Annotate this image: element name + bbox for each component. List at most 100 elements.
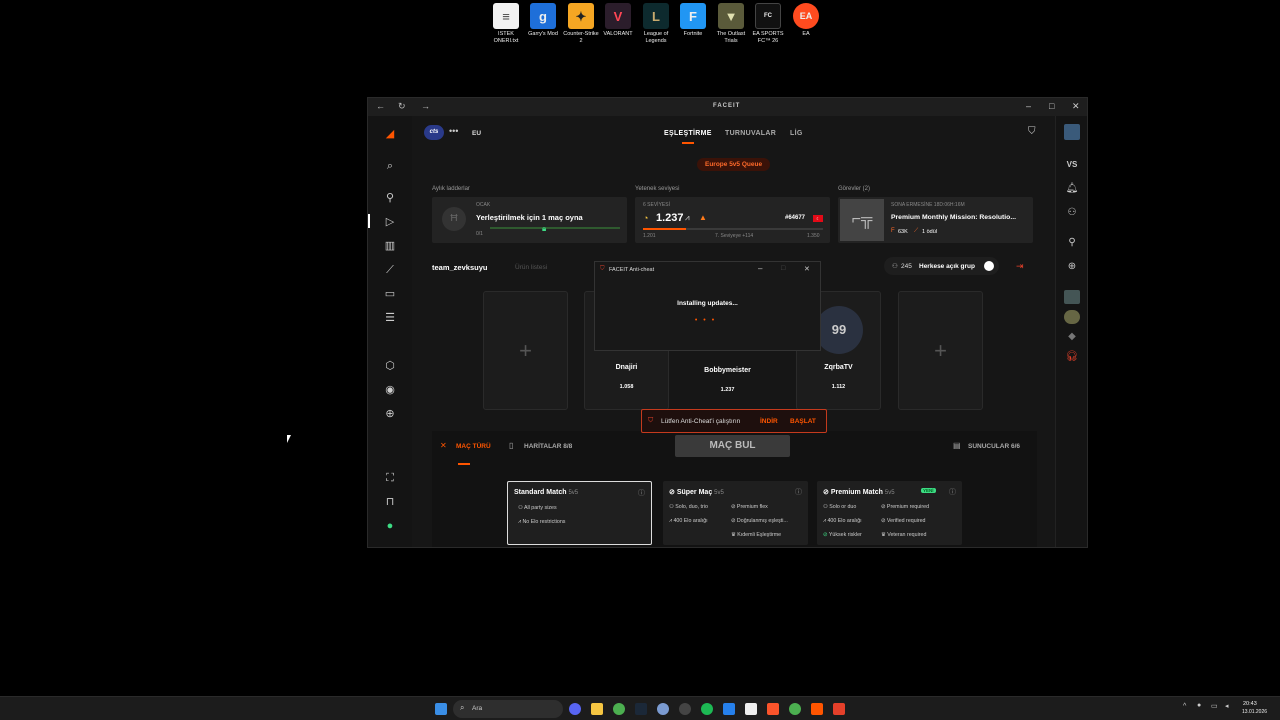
leaderboard-icon[interactable]: ▥ bbox=[382, 238, 398, 254]
desktop-icon-valorant[interactable]: V VALORANT bbox=[599, 3, 637, 38]
player-elo: 1.112 bbox=[831, 384, 846, 390]
desktop-icon-cs2[interactable]: ✦ Counter-Strike 2 bbox=[562, 3, 600, 45]
ladders-card[interactable]: Ħ OCAK Yerleştirilmek için 1 maç oyna 🔒︎… bbox=[432, 197, 627, 243]
group-toggle[interactable] bbox=[984, 261, 994, 271]
mode-feature: ⩘ No Elo restrictions bbox=[518, 519, 566, 525]
flame-icon: ▲ bbox=[699, 213, 707, 222]
mode-feature: ♛ Veteran required bbox=[881, 532, 927, 538]
friend-avatar[interactable]: ◆ bbox=[1064, 330, 1080, 344]
desktop-icon-lol[interactable]: L League of Legends bbox=[637, 3, 675, 45]
start-link[interactable]: BAŞLAT bbox=[790, 418, 816, 425]
skill-min: 1.201 bbox=[643, 233, 656, 239]
volume-icon[interactable]: ◂ bbox=[1225, 702, 1229, 710]
desktop-icon-istek[interactable]: ≡ ISTEK ONERI.txt bbox=[487, 3, 525, 45]
match-type-tab[interactable]: MAÇ TÜRÜ bbox=[456, 443, 491, 450]
list-icon[interactable]: ☰ bbox=[382, 310, 398, 326]
mode-feature: ⚇ All party sizes bbox=[518, 505, 557, 511]
hub-icon[interactable]: ⬡ bbox=[382, 358, 398, 374]
queue-pill[interactable]: Europe 5v5 Queue bbox=[697, 158, 771, 171]
minimize-button[interactable]: – bbox=[1026, 101, 1031, 111]
file-explorer-icon[interactable] bbox=[591, 703, 603, 715]
close-button[interactable]: ✕ bbox=[1072, 101, 1080, 112]
party-icon[interactable]: ⚲ bbox=[1064, 236, 1080, 250]
app-icon[interactable] bbox=[657, 703, 669, 715]
tray-chevron-icon[interactable]: ^ bbox=[1183, 703, 1186, 710]
download-link[interactable]: İNDİR bbox=[760, 418, 778, 425]
expand-icon[interactable]: ⛶ bbox=[382, 470, 398, 486]
shield-icon[interactable]: ⛉ bbox=[1028, 126, 1036, 137]
club-avatar-icon[interactable]: ◉ bbox=[382, 382, 398, 398]
friend-avatar[interactable] bbox=[1064, 290, 1080, 304]
anticheat-icon[interactable] bbox=[833, 703, 845, 715]
user-avatar[interactable] bbox=[1064, 124, 1080, 140]
dialog-minimize[interactable]: – bbox=[758, 264, 762, 273]
chrome-icon[interactable] bbox=[613, 703, 625, 715]
mission-title: Premium Monthly Mission: Resolutio... bbox=[891, 214, 1016, 221]
spotify-icon[interactable] bbox=[701, 703, 713, 715]
faceit-icon[interactable] bbox=[811, 703, 823, 715]
find-players-icon[interactable]: ⚲ bbox=[382, 190, 398, 206]
back-arrow-icon[interactable]: ← bbox=[376, 101, 385, 111]
mouse-cursor-icon bbox=[287, 435, 291, 443]
more-icon[interactable]: ••• bbox=[449, 126, 458, 136]
dialog-close[interactable]: ✕ bbox=[804, 265, 810, 273]
team-invite[interactable]: Ürün listesi bbox=[515, 264, 547, 271]
mode-super[interactable]: ⊘ Süper Maç 5v5 ⓘ ⚇ Solo, duo, trio ⩘ 40… bbox=[663, 481, 808, 545]
app-icon[interactable] bbox=[679, 703, 691, 715]
mic-icon[interactable]: ● bbox=[1197, 702, 1201, 709]
servers-tab[interactable]: SUNUCULAR 6/6 bbox=[968, 443, 1020, 450]
find-match-button[interactable]: MAÇ BUL bbox=[675, 435, 790, 457]
group-visibility[interactable]: ⚇ 245 Herkese açık grup bbox=[884, 257, 999, 275]
video-icon[interactable]: ▭ bbox=[382, 286, 398, 302]
friend-avatar[interactable] bbox=[1064, 310, 1080, 324]
steam-icon[interactable] bbox=[635, 703, 647, 715]
maps-tab[interactable]: HARİTALAR 8/8 bbox=[524, 443, 572, 450]
missions-card[interactable]: ⌐╦ SONA ERMESİNE 18D:06H:16M Premium Mon… bbox=[838, 197, 1033, 243]
add-icon[interactable]: ⊕ bbox=[382, 406, 398, 422]
shop-icon[interactable]: ⊓ bbox=[382, 494, 398, 510]
taskbar-search[interactable]: ⌕ Ara bbox=[453, 700, 563, 718]
headset-icon[interactable]: 🎧︎ bbox=[1064, 350, 1080, 364]
discord-icon[interactable] bbox=[569, 703, 581, 715]
status-online-icon[interactable]: ● bbox=[382, 518, 398, 534]
leave-party-icon[interactable]: ⇥ bbox=[1016, 261, 1024, 272]
region-selector[interactable]: EU bbox=[472, 130, 481, 137]
search-icon[interactable]: ⌕ bbox=[382, 158, 398, 174]
desktop-icon-outlast[interactable]: ▼ The Outlast Trials bbox=[712, 3, 750, 45]
empty-slot-left[interactable]: + bbox=[483, 291, 568, 410]
bell-icon[interactable]: 🔔︎ bbox=[1064, 182, 1080, 196]
info-icon[interactable]: ⓘ bbox=[638, 488, 645, 498]
mode-premium[interactable]: ⊘ Premium Match 5v5 YENİ ⓘ ⚇ Solo or duo… bbox=[817, 481, 962, 545]
network-icon[interactable]: ▭ bbox=[1211, 702, 1218, 710]
tab-matchmaking[interactable]: EŞLEŞTİRME bbox=[664, 130, 712, 144]
mode-title: ⊘ Premium Match 5v5 bbox=[823, 489, 895, 496]
chrome-icon[interactable] bbox=[789, 703, 801, 715]
faceit-logo-icon[interactable]: ◢ bbox=[382, 126, 398, 142]
reload-icon[interactable]: ↻ bbox=[398, 101, 406, 112]
maximize-button[interactable]: □ bbox=[1049, 101, 1054, 111]
windows-start-icon[interactable] bbox=[435, 703, 447, 715]
team-tag-avatar[interactable]: cts bbox=[424, 125, 444, 140]
tab-tournaments[interactable]: TURNUVALAR bbox=[725, 130, 776, 137]
desktop-icon-ea[interactable]: EA EA bbox=[787, 3, 825, 38]
info-icon[interactable]: ⓘ bbox=[949, 487, 956, 497]
desktop-icon-eafc[interactable]: FC EA SPORTS FC™ 26 bbox=[749, 3, 787, 45]
forward-arrow-icon[interactable]: → bbox=[421, 101, 430, 111]
avatar: 99 bbox=[815, 306, 863, 354]
mode-standard[interactable]: Standard Match 5v5 ⓘ ⚇ All party sizes ⩘… bbox=[507, 481, 652, 545]
add-friend-icon[interactable]: ⊕ bbox=[1064, 260, 1080, 274]
stats-icon[interactable]: ⟋ bbox=[382, 262, 398, 278]
desktop-icon-garrys-mod[interactable]: g Garry's Mod bbox=[524, 3, 562, 38]
friends-icon[interactable]: ⚇ bbox=[1064, 206, 1080, 220]
skill-card[interactable]: 6 SEVİYESİ ◔ 1.237 ⩘ ▲ #64677 ☾ 1.201 7.… bbox=[635, 197, 830, 243]
skill-next: 7. Seviyeye +114 bbox=[715, 233, 754, 239]
desktop-icon-fortnite[interactable]: F Fortnite bbox=[674, 3, 712, 38]
tab-league[interactable]: LİG bbox=[790, 130, 803, 137]
brave-icon[interactable] bbox=[767, 703, 779, 715]
vs-button[interactable]: VS bbox=[1064, 158, 1080, 172]
vscode-icon[interactable] bbox=[723, 703, 735, 715]
play-icon[interactable]: ▷ bbox=[382, 214, 398, 230]
empty-slot-right[interactable]: + bbox=[898, 291, 983, 410]
app-icon[interactable] bbox=[745, 703, 757, 715]
info-icon[interactable]: ⓘ bbox=[795, 487, 802, 497]
